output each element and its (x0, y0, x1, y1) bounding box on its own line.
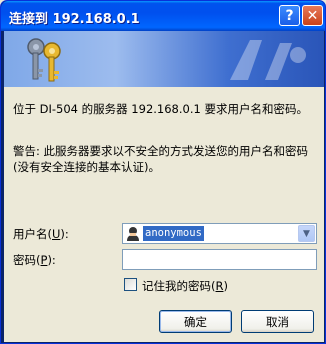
password-field[interactable] (122, 249, 317, 270)
title-bar[interactable]: 连接到 192.168.0.1 ? ✕ (1, 1, 325, 31)
cancel-button[interactable]: 取消 (241, 310, 314, 333)
username-value[interactable]: anonymous (143, 226, 204, 241)
help-button[interactable]: ? (279, 5, 300, 26)
security-warning: 警告: 此服务器要求以不安全的方式发送您的用户名和密码(没有安全连接的基本认证)… (13, 144, 309, 174)
window-title: 连接到 192.168.0.1 (9, 12, 140, 27)
keys-icon (27, 38, 61, 82)
username-label: 用户名(U): (13, 227, 69, 241)
chevron-down-icon[interactable]: ▼ (298, 225, 315, 242)
ok-button[interactable]: 确定 (159, 310, 232, 333)
user-icon (127, 227, 139, 241)
close-button[interactable]: ✕ (302, 5, 323, 26)
dialog-window: 连接到 192.168.0.1 ? ✕ 位于 DI-504 的服务器 192.1… (0, 0, 326, 344)
header-banner (4, 31, 324, 87)
dialog-body: 位于 DI-504 的服务器 192.168.0.1 要求用户名和密码。 警告:… (4, 31, 324, 342)
password-label: 密码(P): (13, 253, 56, 267)
username-combobox[interactable]: anonymous ▼ (122, 223, 317, 244)
banner-decoration (230, 40, 306, 80)
help-icon: ? (285, 7, 294, 24)
remember-password-checkbox[interactable] (124, 278, 137, 291)
remember-password-label[interactable]: 记住我的密码(R) (142, 278, 228, 294)
close-icon: ✕ (306, 7, 319, 24)
auth-message: 位于 DI-504 的服务器 192.168.0.1 要求用户名和密码。 (13, 102, 308, 116)
